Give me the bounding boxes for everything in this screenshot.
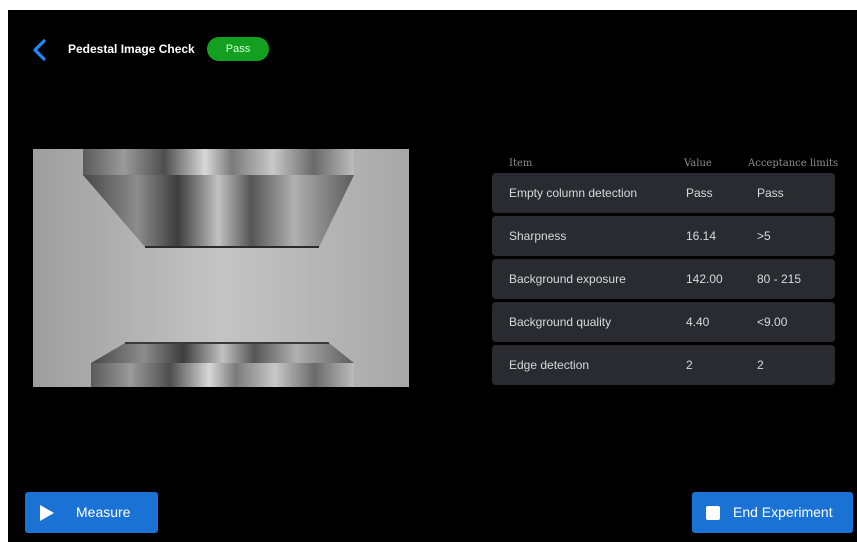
table-row: Background exposure 142.00 80 - 215 bbox=[492, 259, 835, 299]
page-title: Pedestal Image Check bbox=[68, 42, 195, 56]
table-row: Empty column detection Pass Pass bbox=[492, 173, 835, 213]
end-experiment-button[interactable]: End Experiment bbox=[692, 492, 853, 533]
row-item: Background quality bbox=[509, 315, 612, 329]
measure-button[interactable]: Measure bbox=[25, 492, 158, 533]
play-icon bbox=[40, 505, 54, 521]
row-limit: Pass bbox=[757, 186, 784, 200]
table-row: Edge detection 2 2 bbox=[492, 345, 835, 385]
column-header-value: Value bbox=[684, 158, 712, 169]
end-experiment-button-label: End Experiment bbox=[733, 504, 833, 520]
measure-button-label: Measure bbox=[76, 504, 131, 520]
row-limit: 2 bbox=[757, 358, 764, 372]
row-value: 16.14 bbox=[686, 229, 717, 243]
row-value: 4.40 bbox=[686, 315, 710, 329]
row-item: Background exposure bbox=[509, 272, 626, 286]
row-limit: >5 bbox=[757, 229, 771, 243]
table-row: Sharpness 16.14 >5 bbox=[492, 216, 835, 256]
column-header-limits: Acceptance limits bbox=[748, 158, 839, 169]
row-item: Edge detection bbox=[509, 358, 590, 372]
results-table-header: Item Value Acceptance limits bbox=[492, 156, 839, 172]
back-button[interactable] bbox=[28, 36, 54, 64]
app-screen: Pedestal Image Check Pass Item Value Acc… bbox=[8, 10, 857, 542]
stop-icon bbox=[706, 506, 720, 520]
status-badge: Pass bbox=[207, 37, 269, 61]
row-value: 2 bbox=[686, 358, 693, 372]
row-limit: <9.00 bbox=[757, 315, 788, 329]
row-limit: 80 - 215 bbox=[757, 272, 802, 286]
chevron-left-icon bbox=[33, 39, 46, 61]
column-header-item: Item bbox=[509, 158, 533, 169]
row-item: Empty column detection bbox=[509, 186, 638, 200]
row-value: Pass bbox=[686, 186, 713, 200]
pedestal-camera-image bbox=[33, 149, 409, 387]
pedestal-image bbox=[33, 149, 409, 387]
row-item: Sharpness bbox=[509, 229, 567, 243]
table-row: Background quality 4.40 <9.00 bbox=[492, 302, 835, 342]
row-value: 142.00 bbox=[686, 272, 723, 286]
